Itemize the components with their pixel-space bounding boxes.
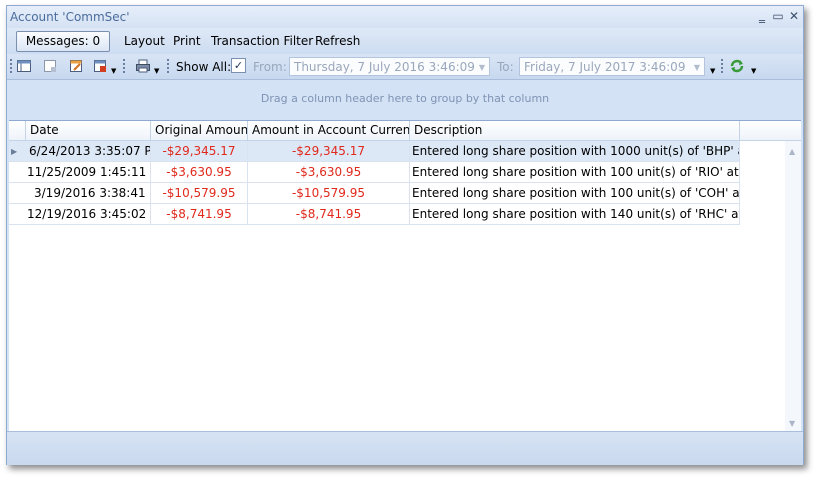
toolbar-grip[interactable] bbox=[10, 59, 12, 75]
to-label: To: bbox=[497, 60, 514, 74]
status-bar bbox=[7, 431, 803, 465]
transactions-grid: Date Original Amount Amount in Account C… bbox=[9, 120, 801, 431]
toolbar-grip[interactable] bbox=[721, 59, 723, 75]
from-label: From: bbox=[253, 60, 287, 74]
date-cell[interactable]: 11/25/2009 1:45:11 PM bbox=[26, 162, 151, 182]
description-cell[interactable]: Entered long share position with 140 uni… bbox=[410, 204, 740, 224]
table-row[interactable]: ▶ 6/24/2013 3:35:07 PM -$29,345.17 -$29,… bbox=[9, 141, 740, 162]
column-header-date[interactable]: Date bbox=[26, 121, 151, 140]
grid-layout-icon[interactable] bbox=[16, 58, 32, 74]
original-amount-cell[interactable]: -$3,630.95 bbox=[151, 162, 248, 182]
menu-bar: Messages: 0 Layout Print Transaction Fil… bbox=[7, 28, 803, 54]
maximize-icon[interactable]: ▭ bbox=[771, 8, 785, 24]
column-header-description[interactable]: Description bbox=[410, 121, 740, 140]
title-bar[interactable]: Account 'CommSec' ‗ ▭ ✕ bbox=[7, 6, 803, 28]
document-icon[interactable] bbox=[42, 58, 58, 74]
vertical-scrollbar[interactable]: ▲ ▼ bbox=[785, 141, 801, 431]
account-amount-cell[interactable]: -$8,741.95 bbox=[248, 204, 410, 224]
original-amount-cell[interactable]: -$29,345.17 bbox=[151, 141, 248, 161]
date-cell[interactable]: 6/24/2013 3:35:07 PM bbox=[26, 141, 151, 161]
show-all-checkbox[interactable]: ✓ bbox=[231, 58, 246, 73]
grid-header: Date Original Amount Amount in Account C… bbox=[9, 121, 801, 141]
close-icon[interactable]: ✕ bbox=[787, 8, 801, 24]
refresh-dropdown-icon[interactable]: ▼ bbox=[751, 68, 758, 75]
table-row[interactable]: 12/19/2016 3:45:02 PM -$8,741.95 -$8,741… bbox=[9, 204, 740, 225]
from-date-field[interactable]: Thursday, 7 July 2016 3:46:09 PM ▼ bbox=[289, 57, 490, 93]
messages-button[interactable]: Messages: 0 bbox=[16, 31, 110, 52]
scroll-down-icon[interactable]: ▼ bbox=[789, 419, 795, 428]
account-amount-cell[interactable]: -$10,579.95 bbox=[248, 183, 410, 203]
toolbar-grip[interactable] bbox=[167, 59, 169, 75]
filter-dropdown-icon[interactable]: ▼ bbox=[710, 68, 717, 75]
print-dropdown-icon[interactable]: ▼ bbox=[154, 68, 161, 75]
original-amount-cell[interactable]: -$8,741.95 bbox=[151, 204, 248, 224]
description-cell[interactable]: Entered long share position with 1000 un… bbox=[410, 141, 740, 161]
to-date-field[interactable]: Friday, 7 July 2017 3:46:09 PM ▼ bbox=[519, 57, 705, 93]
table-row[interactable]: 3/19/2016 3:38:41 PM -$10,579.95 -$10,57… bbox=[9, 183, 740, 204]
menu-transaction-filter[interactable]: Transaction Filter bbox=[211, 34, 313, 48]
toolbar-dropdown-icon[interactable]: ▼ bbox=[111, 68, 118, 75]
account-amount-cell[interactable]: -$29,345.17 bbox=[248, 141, 410, 161]
table-row[interactable]: 11/25/2009 1:45:11 PM -$3,630.95 -$3,630… bbox=[9, 162, 740, 183]
menu-refresh[interactable]: Refresh bbox=[315, 34, 360, 48]
group-by-panel[interactable]: Drag a column header here to group by th… bbox=[7, 80, 803, 120]
original-amount-cell[interactable]: -$10,579.95 bbox=[151, 183, 248, 203]
description-cell[interactable]: Entered long share position with 100 uni… bbox=[410, 183, 740, 203]
account-window: Account 'CommSec' ‗ ▭ ✕ Messages: 0 Layo… bbox=[6, 5, 804, 465]
column-header-account-currency[interactable]: Amount in Account Currency bbox=[248, 121, 410, 140]
date-cell[interactable]: 3/19/2016 3:38:41 PM bbox=[26, 183, 151, 203]
chevron-down-icon[interactable]: ▼ bbox=[479, 58, 485, 77]
description-cell[interactable]: Entered long share position with 100 uni… bbox=[410, 162, 740, 182]
refresh-icon[interactable] bbox=[729, 58, 745, 74]
row-indicator-icon: ▶ bbox=[11, 147, 18, 156]
chevron-down-icon[interactable]: ▼ bbox=[694, 58, 700, 77]
toolbar: ▼ ▼ Show All: ✓ From: Thursday, 7 July 2… bbox=[7, 54, 803, 93]
account-amount-cell[interactable]: -$3,630.95 bbox=[248, 162, 410, 182]
toolbar-grip[interactable] bbox=[123, 59, 125, 75]
scroll-up-icon[interactable]: ▲ bbox=[789, 147, 795, 156]
date-cell[interactable]: 12/19/2016 3:45:02 PM bbox=[26, 204, 151, 224]
group-by-hint: Drag a column header here to group by th… bbox=[260, 92, 550, 105]
delete-document-icon[interactable] bbox=[92, 58, 108, 74]
edit-document-icon[interactable] bbox=[68, 58, 84, 74]
header-indicator-cell bbox=[9, 121, 26, 140]
column-header-original-amount[interactable]: Original Amount bbox=[151, 121, 248, 140]
minimize-icon[interactable]: ‗ bbox=[755, 8, 769, 24]
menu-print[interactable]: Print bbox=[173, 34, 201, 48]
window-title: Account 'CommSec' bbox=[10, 10, 130, 24]
show-all-label: Show All: bbox=[176, 60, 232, 74]
menu-layout[interactable]: Layout bbox=[124, 34, 165, 48]
printer-icon[interactable] bbox=[135, 58, 151, 74]
